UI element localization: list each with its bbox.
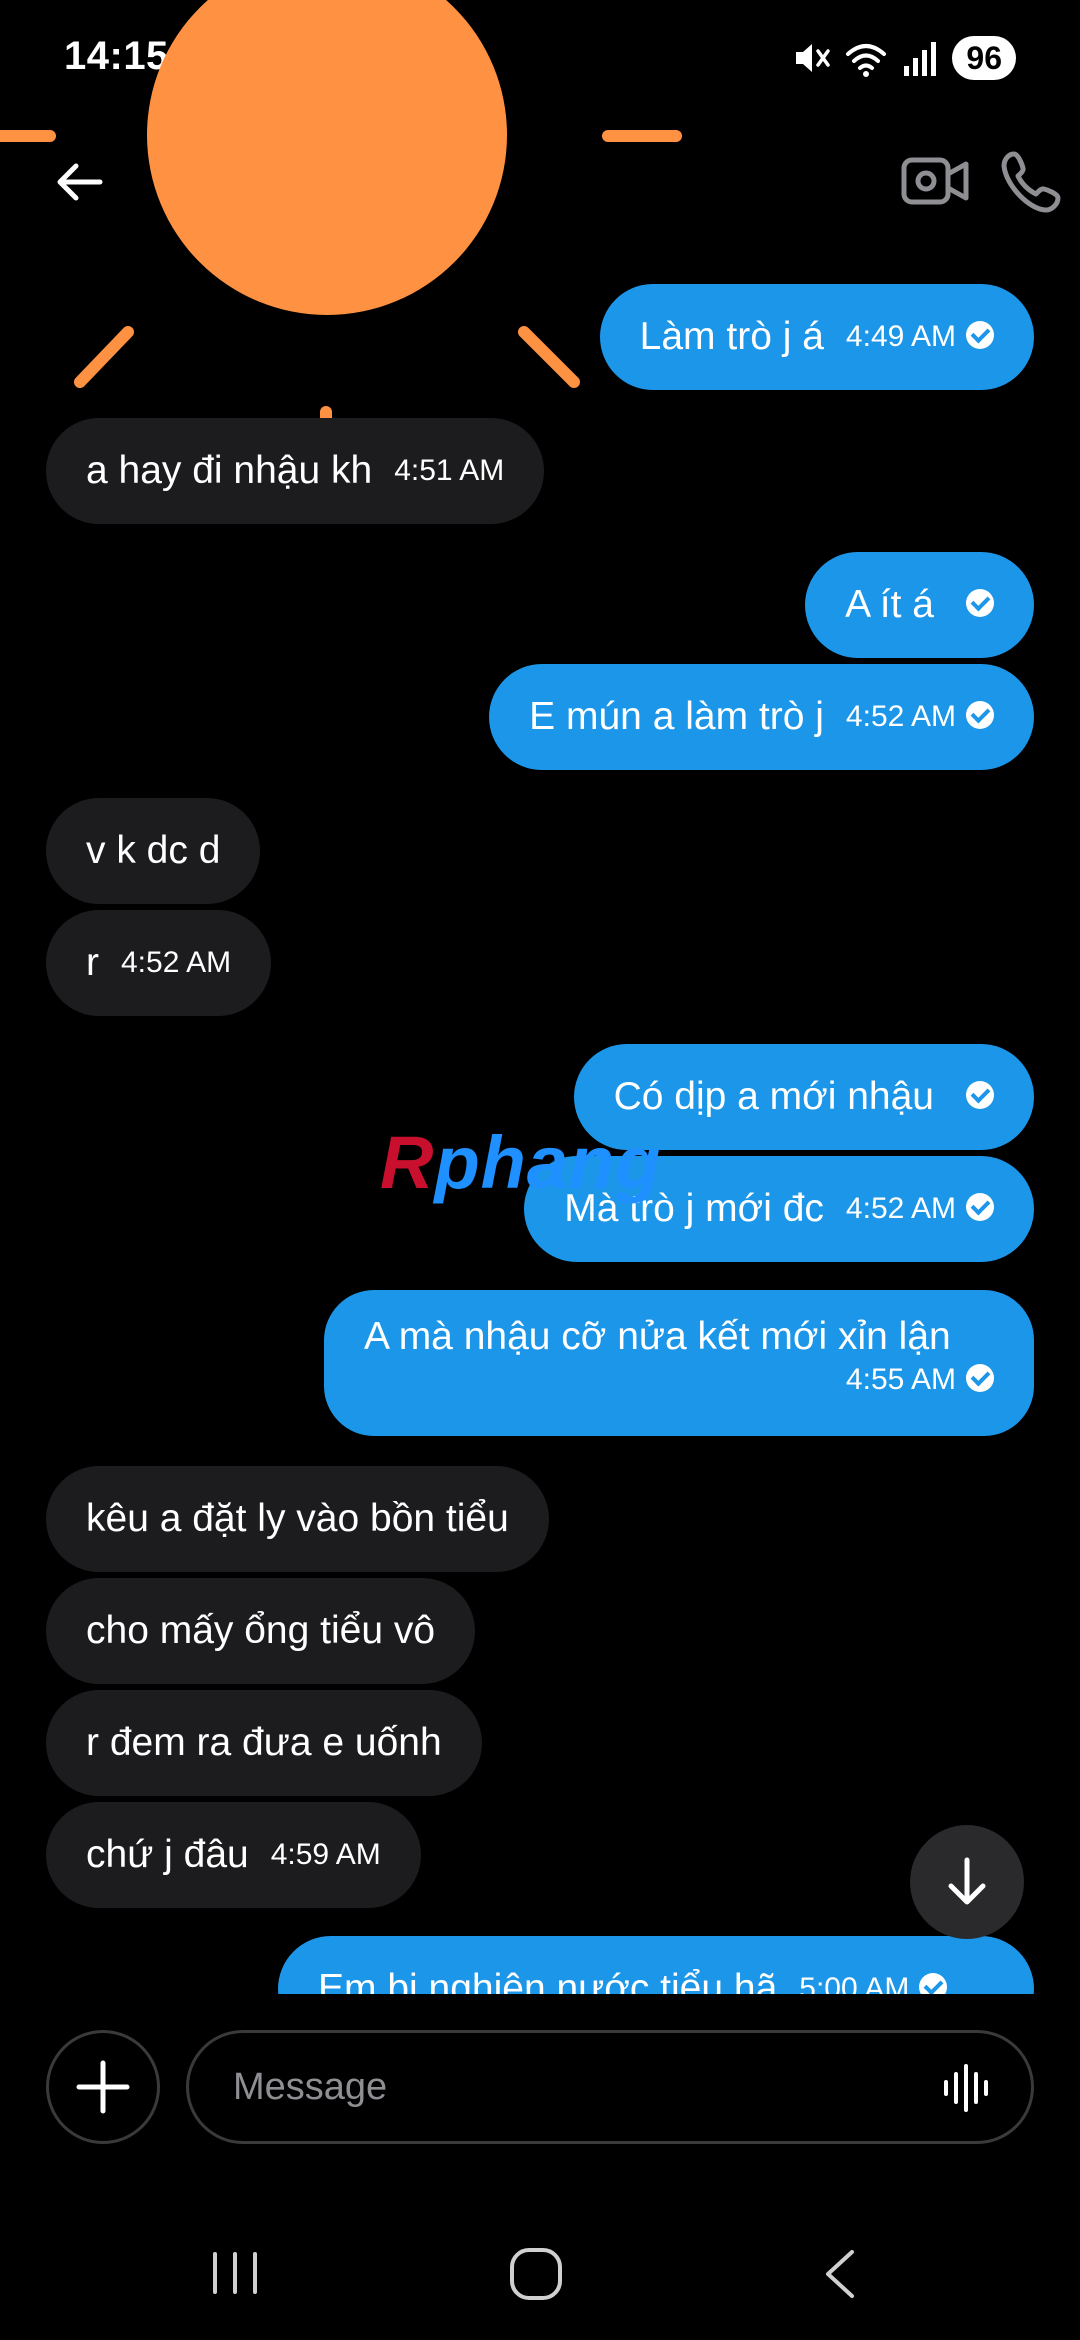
status-icons: 96 — [790, 34, 1016, 82]
home-button[interactable] — [508, 2246, 564, 2302]
message-meta: 4:52 AM — [846, 1156, 994, 1262]
plus-icon — [76, 2060, 130, 2114]
message-text: r đem ra đưa e uốnh — [86, 1721, 442, 1764]
message-text: E mún a làm trò j — [529, 695, 824, 738]
message-meta — [956, 1044, 994, 1150]
message-time: 4:49 AM — [845, 320, 956, 353]
message-bubble-sent[interactable]: Mà trò j mới đc 4:52 AM — [524, 1156, 1034, 1262]
status-time: 14:15 — [64, 34, 169, 78]
message-bubble-received[interactable]: a hay đi nhậu kh 4:51 AM — [46, 418, 545, 524]
message-text: chứ j đâu — [86, 1833, 249, 1876]
read-check-icon — [966, 701, 994, 730]
recent-apps-button[interactable] — [205, 2248, 265, 2298]
read-check-icon — [966, 1193, 994, 1222]
message-text: cho mấy ổng tiểu vô — [86, 1609, 436, 1652]
message-meta — [956, 552, 994, 658]
message-time: 4:52 AM — [121, 946, 232, 979]
read-check-icon — [966, 321, 994, 350]
message-bubble-received[interactable]: kêu a đặt ly vào bồn tiểu — [46, 1466, 549, 1572]
battery-icon: 96 — [952, 36, 1016, 80]
message-text: kêu a đặt ly vào bồn tiểu — [86, 1497, 509, 1540]
read-check-icon — [966, 1364, 994, 1393]
message-time: 4:51 AM — [394, 454, 505, 487]
back-button[interactable] — [48, 150, 112, 214]
message-bubble-received[interactable]: cho mấy ổng tiểu vô — [46, 1578, 476, 1684]
video-call-button[interactable] — [900, 148, 970, 214]
read-check-icon — [966, 589, 994, 618]
message-bubble-sent[interactable]: A ít á — [805, 552, 1034, 658]
mute-icon — [796, 44, 831, 72]
message-text: Có dịp a mới nhậu — [613, 1075, 934, 1118]
add-attachment-button[interactable] — [46, 2030, 160, 2144]
message-meta: 4:52 AM — [846, 664, 994, 770]
message-bubble-sent[interactable]: E mún a làm trò j 4:52 AM — [489, 664, 1034, 770]
message-bubble-received[interactable]: v k dc d — [46, 798, 261, 904]
message-bubble-received[interactable]: r 4:52 AM — [46, 910, 272, 1016]
message-text: A ít á — [845, 583, 934, 626]
voice-wave-icon[interactable] — [940, 2062, 992, 2114]
nav-back-button[interactable] — [820, 2246, 860, 2302]
message-meta: 4:49 AM — [846, 284, 994, 390]
message-text: r — [86, 941, 99, 984]
message-text: Làm trò j á — [639, 315, 824, 358]
message-bubble-sent[interactable]: A mà nhậu cỡ nửa kết mới xỉn lận 4:55 AM — [324, 1290, 1034, 1436]
scroll-to-bottom-button[interactable] — [910, 1825, 1024, 1939]
message-bubble-received[interactable]: chứ j đâu 4:59 AM — [46, 1802, 421, 1908]
message-time: 4:52 AM — [845, 700, 956, 733]
message-text: Mà trò j mới đc — [564, 1187, 824, 1230]
arrow-down-icon — [948, 1857, 986, 1905]
message-text: v k dc d — [86, 829, 221, 872]
message-text: a hay đi nhậu kh — [86, 449, 373, 492]
message-time: 4:59 AM — [270, 1838, 381, 1871]
wifi-icon — [846, 44, 887, 77]
message-time: 4:52 AM — [845, 1192, 956, 1225]
read-check-icon — [966, 1081, 994, 1110]
message-meta: 4:55 AM — [364, 1360, 994, 1400]
message-text: A mà nhậu cỡ nửa kết mới xỉn lận — [364, 1315, 951, 1358]
message-bubble-sent[interactable]: Làm trò j á 4:49 AM — [599, 284, 1034, 390]
message-time: 4:55 AM — [845, 1363, 956, 1396]
arrow-left-icon — [57, 163, 103, 201]
message-bubble-received[interactable]: r đem ra đưa e uốnh — [46, 1690, 482, 1796]
message-input[interactable] — [186, 2030, 1034, 2144]
phone-call-button[interactable] — [1000, 148, 1070, 214]
message-bubble-sent[interactable]: Có dịp a mới nhậu — [573, 1044, 1034, 1150]
signal-icon — [904, 42, 937, 76]
